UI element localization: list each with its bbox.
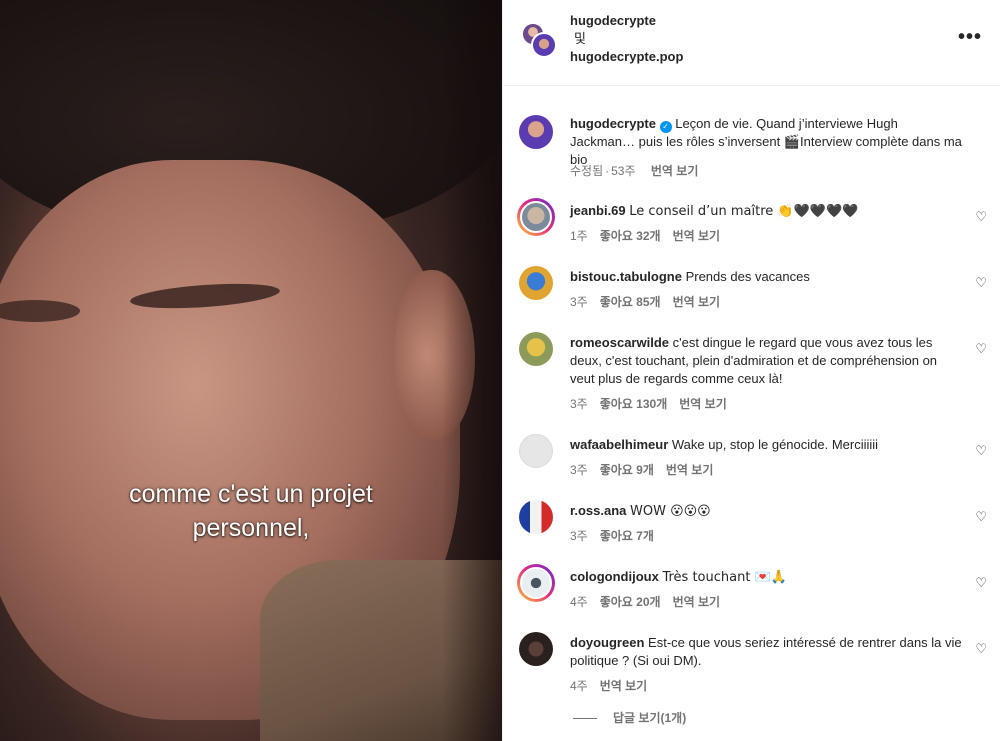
- comment-username[interactable]: r.oss.ana: [570, 503, 626, 518]
- caption-time: 53주: [611, 164, 636, 178]
- avatar[interactable]: [520, 567, 552, 599]
- translate-link[interactable]: 번역 보기: [666, 463, 714, 477]
- heart-icon[interactable]: ♡: [975, 641, 987, 657]
- avatar[interactable]: [519, 115, 553, 149]
- translate-link[interactable]: 번역 보기: [651, 164, 699, 178]
- comment-time: 3주: [570, 463, 588, 477]
- header-username[interactable]: hugodecrypte.pop: [570, 48, 683, 66]
- heart-icon[interactable]: ♡: [975, 575, 987, 591]
- subtitle-line: comme c'est un projet: [129, 480, 373, 508]
- heart-icon[interactable]: ♡: [975, 275, 987, 291]
- collab-usernames: hugodecrypte 및 hugodecrypte.pop: [570, 12, 683, 66]
- collab-avatars[interactable]: [521, 22, 557, 58]
- comment-username[interactable]: wafaabelhimeur: [570, 437, 668, 452]
- comment-meta: 3주 좋아요 7개: [570, 527, 666, 544]
- comment-meta: 3주 좋아요 130개 번역 보기: [570, 395, 739, 412]
- header-username[interactable]: hugodecrypte: [570, 12, 683, 30]
- avatar[interactable]: [519, 266, 553, 300]
- comment-likes[interactable]: 좋아요 130개: [600, 397, 668, 411]
- comment-time: 3주: [570, 529, 588, 543]
- comment-time: 1주: [570, 229, 588, 243]
- comment-likes[interactable]: 좋아요 32개: [600, 229, 661, 243]
- heart-icon[interactable]: ♡: [975, 509, 987, 525]
- story-ring[interactable]: [517, 564, 555, 602]
- video-player[interactable]: comme c'est un projet personnel,: [0, 0, 502, 741]
- verified-icon: ✓: [659, 121, 672, 133]
- heart-icon[interactable]: ♡: [975, 443, 987, 459]
- translate-link[interactable]: 번역 보기: [673, 229, 721, 243]
- comment-username[interactable]: doyougreen: [570, 635, 644, 650]
- avatar[interactable]: [519, 434, 553, 468]
- comment-body: r.oss.ana WOW 😮😮😮: [570, 502, 965, 521]
- replies-divider: [573, 718, 597, 720]
- comment-meta: 3주 좋아요 9개 번역 보기: [570, 461, 725, 478]
- heart-icon[interactable]: ♡: [975, 209, 987, 225]
- comment-username[interactable]: bistouc.tabulogne: [570, 269, 682, 284]
- comment-meta: 4주 번역 보기: [570, 677, 659, 694]
- caption-edited: 수정됨: [570, 164, 604, 178]
- comment-body: cologondijoux Très touchant 💌🙏: [570, 568, 965, 587]
- view-replies-label[interactable]: 답글 보기(1개): [613, 711, 686, 725]
- comment-likes[interactable]: 좋아요 9개: [600, 463, 654, 477]
- caption-meta: 수정됨 · 53주 번역 보기: [570, 164, 699, 178]
- translate-link[interactable]: 번역 보기: [673, 295, 721, 309]
- caption-body: hugodecrypte ✓ Leçon de vie. Quand j’int…: [570, 115, 965, 169]
- avatar[interactable]: [531, 32, 557, 58]
- video-frame-shadow: [442, 0, 502, 741]
- comment-text: Très touchant 💌🙏: [662, 570, 787, 585]
- comment-text: Wake up, stop le génocide. Merciiiiii: [671, 437, 879, 452]
- comment-time: 3주: [570, 397, 588, 411]
- comment-body: doyougreen Est-ce que vous seriez intére…: [570, 634, 965, 670]
- avatar[interactable]: [520, 201, 552, 233]
- caption-username[interactable]: hugodecrypte: [570, 116, 656, 131]
- comment-meta: 3주 좋아요 85개 번역 보기: [570, 293, 732, 310]
- comment-body: jeanbi.69 Le conseil d’un maître 👏🖤🖤🖤🖤: [570, 202, 965, 221]
- comment-body: romeoscarwilde c'est dingue le regard qu…: [570, 334, 965, 388]
- comment-time: 3주: [570, 295, 588, 309]
- comment-meta: 4주 좋아요 20개 번역 보기: [570, 593, 732, 610]
- comment-username[interactable]: cologondijoux: [570, 569, 659, 584]
- more-horizontal-icon[interactable]: •••: [958, 26, 982, 49]
- avatar[interactable]: [519, 500, 553, 534]
- comment-body: bistouc.tabulogne Prends des vacances: [570, 268, 965, 286]
- view-replies-button[interactable]: 답글 보기(1개): [573, 709, 686, 726]
- avatar[interactable]: [519, 632, 553, 666]
- subtitle-line: personnel,: [192, 514, 310, 542]
- comment-text: WOW 😮😮😮: [630, 504, 711, 519]
- translate-link[interactable]: 번역 보기: [600, 679, 648, 693]
- comments-panel: hugodecrypte 및 hugodecrypte.pop ••• hugo…: [502, 0, 1000, 741]
- translate-link[interactable]: 번역 보기: [673, 595, 721, 609]
- post-header: hugodecrypte 및 hugodecrypte.pop •••: [503, 0, 1000, 86]
- heart-icon[interactable]: ♡: [975, 341, 987, 357]
- avatar[interactable]: [519, 332, 553, 366]
- video-subtitle: comme c'est un projet personnel,: [0, 477, 502, 545]
- story-ring[interactable]: [517, 198, 555, 236]
- comment-text: Le conseil d’un maître 👏🖤🖤🖤🖤: [629, 204, 859, 219]
- comment-time: 4주: [570, 595, 588, 609]
- comment-username[interactable]: jeanbi.69: [570, 203, 626, 218]
- post-viewer: comme c'est un projet personnel, hugodec…: [0, 0, 1000, 741]
- comment-meta: 1주 좋아요 32개 번역 보기: [570, 227, 732, 244]
- comment-text: Prends des vacances: [685, 269, 810, 284]
- comment-username[interactable]: romeoscarwilde: [570, 335, 669, 350]
- comment-time: 4주: [570, 679, 588, 693]
- comment-body: wafaabelhimeur Wake up, stop le génocide…: [570, 436, 965, 454]
- translate-link[interactable]: 번역 보기: [679, 397, 727, 411]
- comment-likes[interactable]: 좋아요 20개: [600, 595, 661, 609]
- header-and: 및: [574, 31, 586, 46]
- comment-likes[interactable]: 좋아요 85개: [600, 295, 661, 309]
- comment-likes[interactable]: 좋아요 7개: [600, 529, 654, 543]
